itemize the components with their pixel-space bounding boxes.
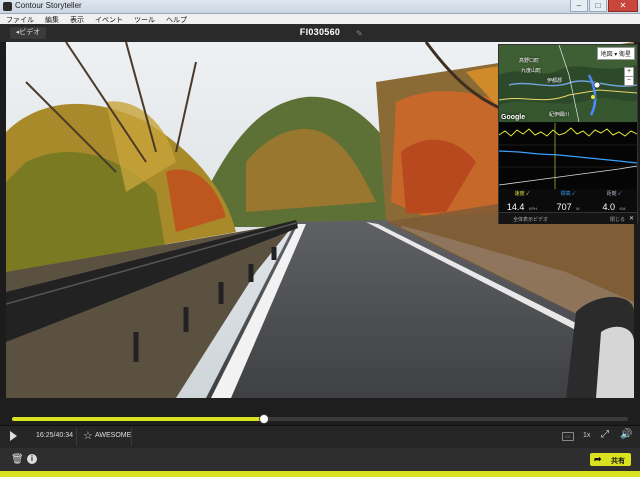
- file-title: FI030560: [299, 27, 341, 37]
- timeline-progress: [12, 417, 264, 421]
- show-all-video-link[interactable]: 全体表示ビデオ: [513, 216, 548, 223]
- star-icon[interactable]: ☆: [83, 429, 93, 442]
- elevation-value: 707: [556, 202, 572, 212]
- play-icon[interactable]: [10, 431, 17, 441]
- awesome-button[interactable]: AWESOME: [95, 432, 131, 439]
- playback-time: 16:25/40:34: [36, 432, 73, 439]
- close-window-button[interactable]: ✕: [608, 0, 638, 12]
- elevation-unit: M: [576, 206, 580, 211]
- map-label: 紀伊細川: [549, 112, 570, 118]
- video-toolbar: ◂ビデオ FI030560 ✎: [0, 24, 640, 42]
- menu-view[interactable]: 表示: [64, 14, 89, 24]
- timeline-handle[interactable]: [259, 414, 270, 424]
- speed-label: 速度 ✓: [514, 191, 530, 197]
- window-controls: – □ ✕: [569, 0, 638, 12]
- speed-value: 14.4: [506, 202, 525, 212]
- info-icon[interactable]: i: [27, 454, 37, 464]
- gps-map[interactable]: 地図 ▾ 衛星 + − 伊都郡 九度山町 高野口町 紀伊細川 Google: [498, 44, 638, 123]
- speed-stat[interactable]: 速度 ✓ 14.4 KPH: [499, 189, 545, 213]
- fullscreen-icon[interactable]: ⤢: [601, 429, 609, 440]
- pencil-icon[interactable]: ✎: [356, 29, 363, 38]
- caption-icon[interactable]: CC: [562, 432, 574, 441]
- share-icon: ➦: [594, 454, 602, 464]
- map-label: 高野口町: [519, 58, 540, 64]
- distance-unit: KM: [619, 206, 626, 211]
- window-title: Contour Storyteller: [15, 1, 82, 10]
- speed-unit: KPH: [528, 206, 538, 211]
- telemetry-stats: 速度 ✓ 14.4 KPH 標高 ✓ 707 M 距離 ✓ 4.0 KM: [499, 189, 637, 213]
- google-logo: Google: [501, 114, 526, 121]
- trash-icon[interactable]: 🗑: [11, 454, 24, 465]
- close-icon[interactable]: ✕: [629, 215, 634, 222]
- distance-value: 4.0: [602, 202, 616, 212]
- window-titlebar: Contour Storyteller – □ ✕: [0, 0, 640, 14]
- distance-label: 距離 ✓: [606, 191, 622, 197]
- telemetry-charts[interactable]: [498, 123, 638, 189]
- timeline-area: [0, 398, 640, 424]
- divider: [76, 428, 77, 446]
- close-overlay-link[interactable]: 閉じる: [610, 216, 625, 223]
- gps-overlay-panel: 地図 ▾ 衛星 + − 伊都郡 九度山町 高野口町 紀伊細川 Google 速度…: [498, 44, 638, 224]
- share-label: 共有: [611, 458, 625, 465]
- overlay-footer: 全体表示ビデオ 閉じる ✕: [499, 212, 637, 224]
- map-label: 九度山町: [521, 68, 542, 74]
- minimize-button[interactable]: –: [570, 0, 588, 12]
- menu-help[interactable]: ヘルプ: [160, 14, 192, 24]
- timeline-scrubber[interactable]: [12, 414, 628, 424]
- playback-controls: 16:25/40:34 ☆ AWESOME CC 1x ⤢ 🔊: [0, 425, 640, 448]
- menu-tools[interactable]: ツール: [128, 14, 160, 24]
- distance-stat[interactable]: 距離 ✓ 4.0 KM: [591, 189, 637, 213]
- elevation-label: 標高 ✓: [560, 191, 576, 197]
- elevation-stat[interactable]: 標高 ✓ 707 M: [545, 189, 591, 213]
- divider: [131, 428, 132, 446]
- map-type-selector[interactable]: 地図 ▾ 衛星: [596, 47, 635, 60]
- map-zoom-out-button[interactable]: −: [624, 76, 634, 86]
- menu-event[interactable]: イベント: [89, 14, 128, 24]
- menu-edit[interactable]: 編集: [39, 14, 64, 24]
- accent-strip: [0, 471, 640, 477]
- maximize-button[interactable]: □: [589, 0, 607, 12]
- map-label: 伊都郡: [547, 78, 563, 84]
- app-icon: [3, 2, 12, 11]
- bottom-bar: 🗑 i ➦ 共有: [0, 448, 640, 471]
- menu-file[interactable]: ファイル: [0, 14, 39, 24]
- speed-elevation-graph: [498, 123, 638, 189]
- playback-speed-button[interactable]: 1x: [583, 432, 590, 439]
- menu-bar: ファイル 編集 表示 イベント ツール ヘルプ: [0, 14, 640, 24]
- volume-icon[interactable]: 🔊: [620, 429, 632, 440]
- share-button[interactable]: ➦ 共有: [590, 453, 631, 466]
